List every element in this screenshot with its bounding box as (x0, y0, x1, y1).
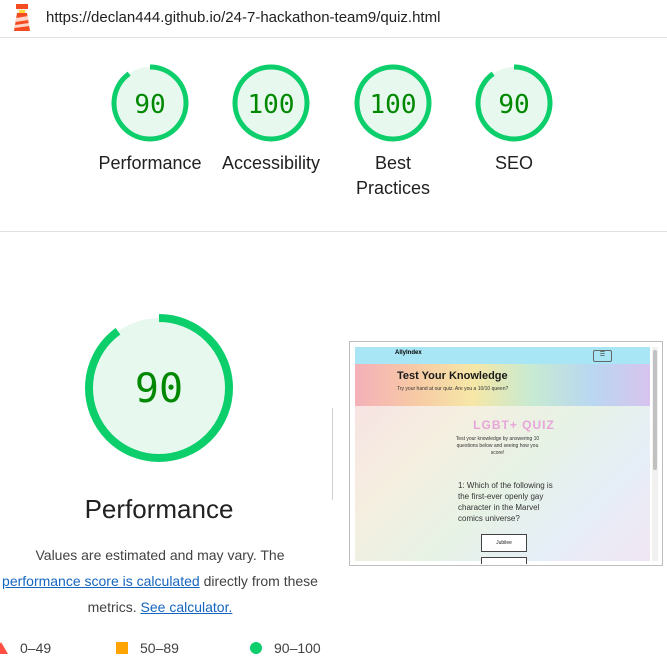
gauge-score: 90 (498, 90, 529, 120)
screenshot-navbar: AllyIndex ☰ (355, 347, 650, 364)
gauge-best-practices[interactable]: 100 Best Practices (333, 63, 453, 201)
gauge-accessibility[interactable]: 100 Accessibility (211, 63, 331, 176)
description-text: Values are estimated and may vary. The (35, 547, 285, 563)
gauge-label: Performance (98, 153, 202, 173)
vertical-divider (332, 408, 333, 500)
screenshot-scroll-thumb (653, 350, 657, 470)
screenshot-brand: AllyIndex (395, 350, 422, 356)
gauge-seo[interactable]: 90 SEO (454, 63, 574, 176)
screenshot-answer-button: Jubilee (481, 534, 527, 552)
page-url[interactable]: https://declan444.github.io/24-7-hackath… (46, 9, 440, 26)
legend-range: 0–49 (20, 640, 52, 656)
triangle-icon (0, 642, 8, 654)
legend-pass: 90–100 (250, 640, 321, 656)
screenshot-question: 1: Which of the following is the first-e… (458, 481, 553, 523)
legend-average: 50–89 (116, 640, 179, 656)
screenshot-hero-subtitle: Try your hand at our quiz. Are you a 10/… (397, 386, 509, 392)
gauge-score: 100 (370, 90, 417, 120)
score-legend: 0–49 50–89 90–100 (0, 640, 667, 660)
gauge-performance[interactable]: 90 Performance (90, 63, 210, 176)
score-gauge: 90 (111, 64, 189, 142)
screenshot-hero-title: Test Your Knowledge (397, 370, 508, 382)
gauge-score: 100 (248, 90, 295, 120)
gauge-label: SEO (494, 153, 533, 173)
lighthouse-icon (14, 4, 30, 31)
gauge-label: Best Practices (355, 153, 431, 198)
screenshot-hero: Test Your Knowledge Try your hand at our… (355, 364, 650, 406)
legend-fail: 0–49 (0, 640, 51, 656)
circle-icon (250, 642, 262, 654)
performance-description: Values are estimated and may vary. The p… (0, 542, 330, 620)
performance-title: Performance (84, 494, 234, 524)
screenshot-answer-button (481, 557, 527, 564)
screenshot-quiz-title: LGBT+ QUIZ (473, 418, 555, 432)
gauge-score: 90 (134, 90, 165, 120)
screenshot-intro: Test your knowledge by answering 10 ques… (455, 436, 540, 456)
gauge-label: Accessibility (221, 153, 321, 173)
see-calculator-link[interactable]: See calculator. (141, 599, 233, 615)
screenshot-body: LGBT+ QUIZ Test your knowledge by answer… (355, 406, 650, 564)
score-calculated-link[interactable]: performance score is calculated (2, 573, 200, 589)
final-screenshot[interactable]: AllyIndex ☰ Test Your Knowledge Try your… (349, 341, 663, 566)
score-gauge: 90 (475, 64, 553, 142)
legend-range: 50–89 (140, 640, 179, 656)
performance-score: 90 (135, 366, 183, 412)
section-divider (0, 231, 667, 232)
performance-score-gauge: 90 (85, 314, 233, 462)
score-gauge: 100 (354, 64, 432, 142)
square-icon (116, 642, 128, 654)
score-gauge: 100 (232, 64, 310, 142)
address-bar: https://declan444.github.io/24-7-hackath… (0, 0, 667, 38)
legend-range: 90–100 (274, 640, 321, 656)
hamburger-icon: ☰ (593, 350, 612, 362)
